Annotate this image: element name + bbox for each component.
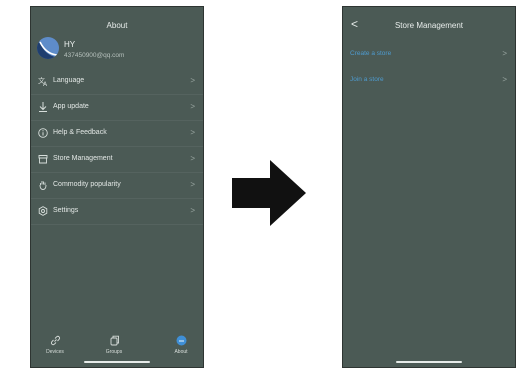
translate-icon: 文 A — [38, 76, 48, 86]
avatar[interactable] — [37, 37, 59, 59]
page-title: About — [106, 21, 128, 30]
menu-label: Commodity popularity — [53, 181, 121, 188]
about-screen: About HY 437450900@qq.com 文 A Language >… — [30, 6, 204, 368]
copy-icon — [110, 335, 119, 346]
store-options-list: Create a store > Join a store > — [343, 43, 515, 95]
chevron-right-icon: > — [502, 75, 507, 84]
menu-label: Settings — [53, 207, 79, 214]
chevron-right-icon: > — [190, 154, 195, 163]
tab-label: Groups — [105, 349, 123, 355]
join-store-item[interactable]: Join a store > — [343, 69, 515, 95]
settings-menu: 文 A Language > App update > Help & Feedb… — [31, 69, 203, 225]
menu-item-help-feedback[interactable]: Help & Feedback > — [31, 121, 203, 147]
svg-text:A: A — [43, 81, 48, 86]
chevron-right-icon: > — [502, 49, 507, 58]
menu-item-app-update[interactable]: App update > — [31, 95, 203, 121]
chevron-right-icon: > — [190, 76, 195, 85]
chevron-right-icon: > — [190, 128, 195, 137]
tab-label: About — [174, 349, 188, 355]
about-icon — [176, 335, 186, 346]
hand-icon — [39, 181, 47, 190]
user-name: HY — [64, 40, 76, 49]
store-management-screen: < Store Management Create a store > Join… — [342, 6, 516, 368]
tab-groups[interactable]: Groups — [94, 335, 134, 355]
menu-item-store-management[interactable]: Store Management > — [31, 147, 203, 173]
menu-item-language[interactable]: 文 A Language > — [31, 69, 203, 95]
user-email: 437450900@qq.com — [64, 52, 125, 59]
store-icon — [38, 155, 48, 164]
menu-label: Help & Feedback — [53, 129, 107, 136]
gear-icon — [38, 206, 48, 216]
page-title: Store Management — [394, 21, 464, 30]
tab-devices[interactable]: Devices — [35, 335, 75, 355]
tab-bar: Devices Groups About — [31, 335, 203, 359]
arrow-right-icon — [232, 160, 306, 226]
create-store-link: Create a store — [350, 50, 392, 57]
chevron-right-icon: > — [190, 206, 195, 215]
chevron-right-icon: > — [190, 102, 195, 111]
info-icon — [38, 128, 48, 138]
home-indicator — [84, 361, 150, 363]
menu-label: Store Management — [53, 155, 113, 162]
chevron-right-icon: > — [190, 180, 195, 189]
menu-item-commodity-popularity[interactable]: Commodity popularity > — [31, 173, 203, 199]
create-store-item[interactable]: Create a store > — [343, 43, 515, 69]
download-icon — [39, 102, 47, 112]
link-icon — [50, 335, 60, 346]
menu-label: Language — [53, 77, 85, 84]
tab-label: Devices — [46, 349, 64, 355]
tab-about[interactable]: About — [161, 335, 201, 355]
menu-item-settings[interactable]: Settings > — [31, 199, 203, 225]
menu-label: App update — [53, 103, 89, 110]
join-store-link: Join a store — [350, 76, 384, 83]
home-indicator — [396, 361, 462, 363]
